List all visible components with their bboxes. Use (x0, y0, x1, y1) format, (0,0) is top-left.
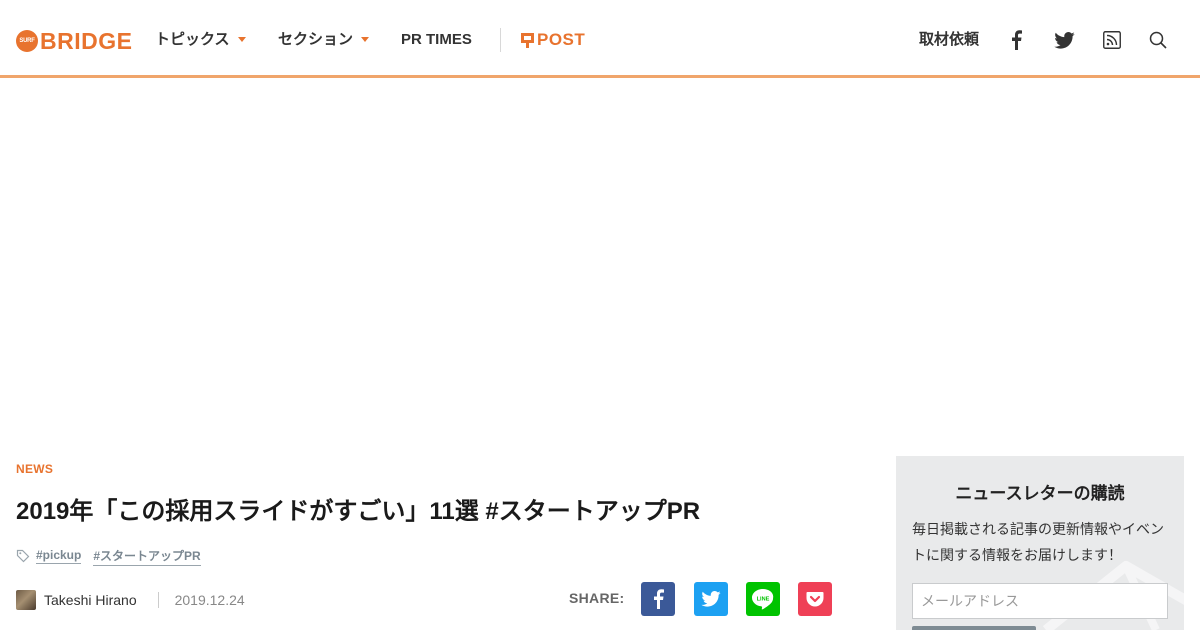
tag-list: #pickup #スタートアップPR (16, 546, 213, 566)
article-meta: Takeshi Hirano 2019.12.24 (16, 589, 245, 611)
twitter-icon[interactable] (1053, 30, 1075, 50)
meta-divider (157, 592, 159, 608)
publish-date: 2019.12.24 (174, 592, 245, 608)
twitter-icon (701, 591, 721, 607)
logo-text: BRIDGE (40, 28, 133, 54)
rss-icon[interactable] (1102, 30, 1122, 50)
tag-startup-pr[interactable]: #スタートアップPR (93, 547, 201, 566)
author-name[interactable]: Takeshi Hirano (44, 592, 137, 608)
post-icon (521, 32, 534, 48)
newsletter-box: ニュースレターの購読 毎日掲載される記事の更新情報やイベントに関する情報をお届け… (896, 456, 1184, 630)
email-field[interactable] (912, 583, 1168, 619)
nav-pr-times[interactable]: PR TIMES (401, 31, 472, 49)
line-icon: LINE (752, 589, 774, 610)
nav-divider (500, 28, 501, 52)
bridge-logo[interactable]: SURF BRIDGE (16, 29, 132, 53)
facebook-icon[interactable] (1006, 30, 1026, 50)
post-label: POST (537, 30, 586, 49)
chevron-down-icon[interactable] (361, 37, 369, 42)
share-facebook-button[interactable] (641, 582, 675, 616)
site-header: SURF BRIDGE トピックス セクション PR TIMES POST 取材… (0, 0, 1200, 78)
newsletter-description: 毎日掲載される記事の更新情報やイベントに関する情報をお届けします！ (912, 521, 1164, 563)
share-pocket-button[interactable] (798, 582, 832, 616)
share-twitter-button[interactable] (694, 582, 728, 616)
article-title: 2019年「この採用スライドがすごい」11選 #スタートアップPR (16, 498, 701, 525)
facebook-icon (654, 589, 664, 609)
subscribe-button[interactable] (912, 626, 1036, 630)
share-label: SHARE: (569, 590, 625, 606)
post-link[interactable]: POST (521, 31, 585, 49)
newsletter-title: ニュースレターの購読 (955, 484, 1125, 503)
avatar[interactable] (16, 590, 36, 610)
chevron-down-icon[interactable] (238, 37, 246, 42)
nav-sections[interactable]: セクション (278, 31, 353, 49)
tag-icon (16, 549, 30, 563)
nav-topics[interactable]: トピックス (155, 31, 230, 49)
tag-pickup[interactable]: #pickup (36, 548, 82, 564)
logo-mark-icon: SURF (16, 30, 38, 52)
ad-space (0, 81, 1200, 441)
coverage-request-link[interactable]: 取材依頼 (919, 31, 979, 49)
category-label[interactable]: NEWS (16, 462, 53, 476)
search-icon[interactable] (1148, 30, 1168, 50)
share-line-button[interactable]: LINE (746, 582, 780, 616)
pocket-icon (806, 592, 824, 607)
svg-text:LINE: LINE (757, 596, 770, 602)
